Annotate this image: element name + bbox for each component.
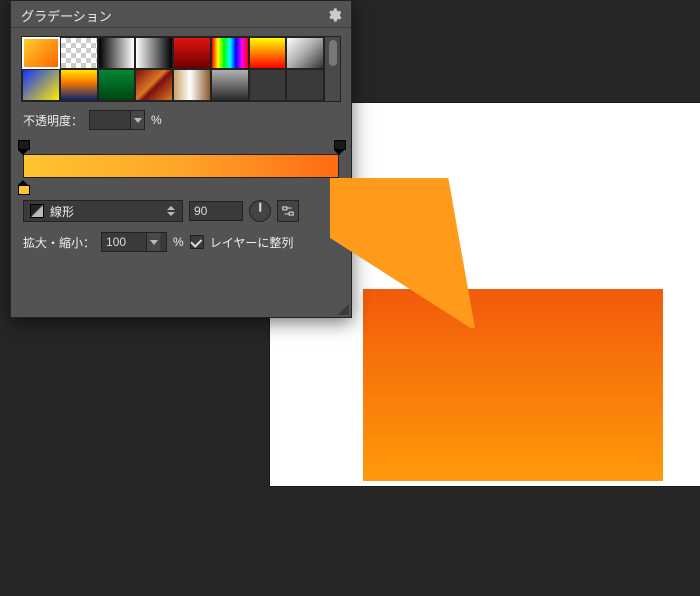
angle-field[interactable] [189,201,243,221]
scale-stepper[interactable] [146,233,160,251]
panel-resize-grip-icon[interactable] [335,301,349,315]
scale-input[interactable] [102,235,146,249]
gradient-swatch[interactable] [173,37,211,69]
gradient-swatch[interactable] [135,37,173,69]
opacity-row: 不透明度： % [11,106,351,134]
opacity-unit: % [151,113,162,127]
gradient-swatch[interactable] [249,37,287,69]
gradient-bar[interactable] [23,154,339,178]
opacity-stop[interactable] [334,140,344,152]
scale-field[interactable] [101,232,167,252]
angle-input[interactable] [190,204,234,218]
gradient-swatch[interactable] [135,69,173,101]
opacity-field[interactable] [89,110,145,130]
gradient-swatch[interactable] [98,69,136,101]
align-to-layer-checkbox[interactable] [190,235,204,249]
gradient-presets [21,36,341,102]
gradient-swatch[interactable] [173,69,211,101]
gradient-swatch[interactable] [22,69,60,101]
color-stop[interactable] [334,180,344,192]
gradient-swatch[interactable] [22,37,60,69]
gradient-swatch[interactable] [211,37,249,69]
scale-label: 拡大・縮小： [23,234,95,251]
align-label: レイヤーに整列 [210,234,294,251]
gradient-swatch[interactable] [60,37,98,69]
opacity-stepper[interactable] [130,111,144,129]
panel-title: グラデーション [21,6,112,25]
scale-row: 拡大・縮小： % レイヤーに整列 [11,228,351,256]
scrollbar-thumb[interactable] [329,40,337,66]
preset-scrollbar[interactable] [324,37,340,101]
gradient-swatch[interactable] [286,69,324,101]
gear-icon[interactable] [325,6,343,24]
workspace-bg [0,516,700,596]
color-stop[interactable] [18,180,28,192]
linear-icon [30,204,44,218]
opacity-stop[interactable] [18,140,28,152]
angle-dial[interactable] [249,200,271,222]
gradient-panel: グラデーション 不透明度： % 線形 [10,0,352,318]
gradient-rectangle[interactable] [363,289,663,481]
opacity-input[interactable] [90,113,130,127]
type-row: 線形 [11,194,351,228]
gradient-swatch[interactable] [60,69,98,101]
select-arrows-icon [166,203,176,219]
gradient-swatch[interactable] [98,37,136,69]
gradient-swatch[interactable] [286,37,324,69]
gradient-type-label: 線形 [50,203,160,220]
reverse-gradient-button[interactable] [277,200,299,222]
gradient-swatch[interactable] [249,69,287,101]
gradient-editor[interactable] [23,140,339,192]
gradient-type-select[interactable]: 線形 [23,200,183,222]
scale-unit: % [173,235,184,249]
gradient-swatch[interactable] [211,69,249,101]
opacity-label: 不透明度： [23,112,83,129]
